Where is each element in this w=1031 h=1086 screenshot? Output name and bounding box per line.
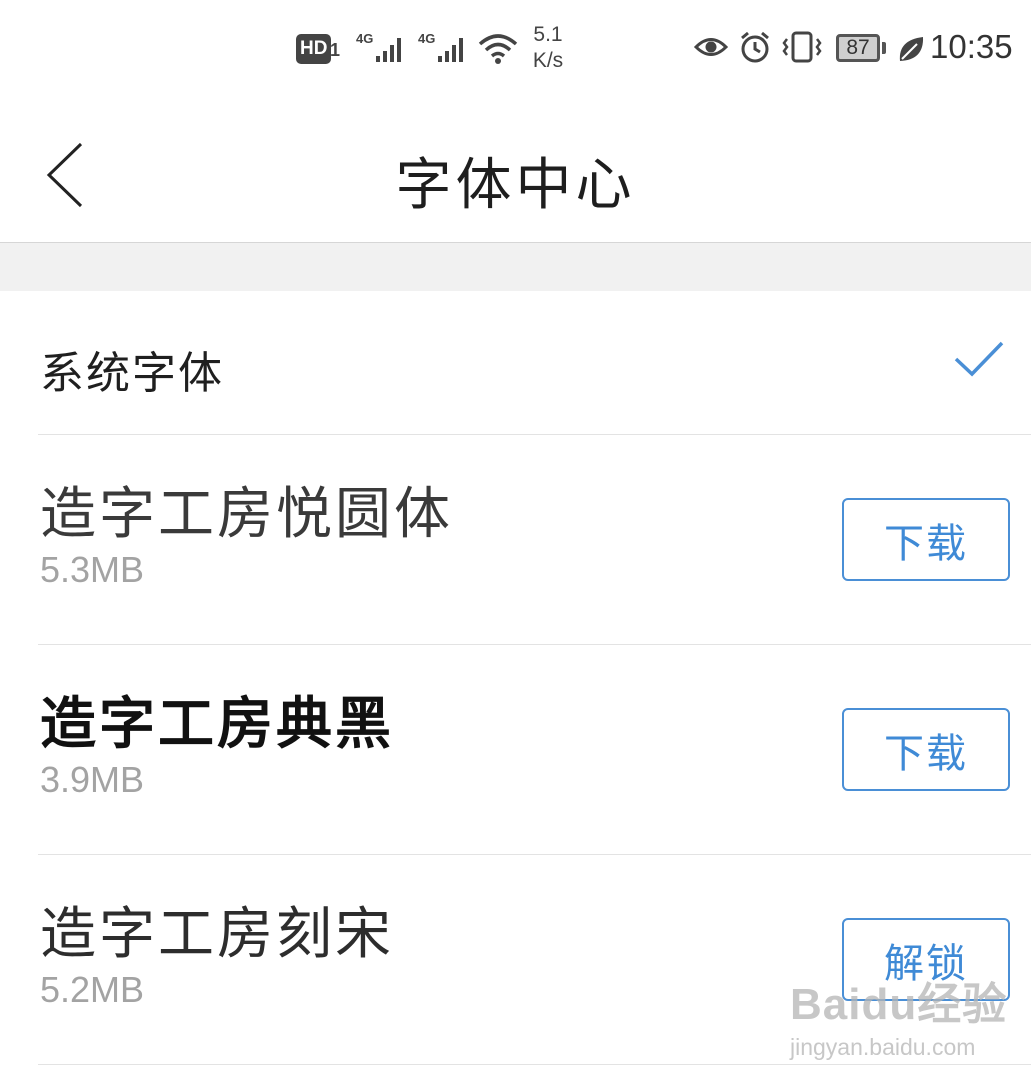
font-name: 造字工房悦圆体 [40,482,453,547]
section-gap [0,243,1031,291]
font-list: 系统字体 造字工房悦圆体 5.3MB 下载 造字工房典黑 3.9MB 下载 造字… [0,291,1031,1065]
battery-icon: 87 [836,34,880,62]
font-row-kesong: 造字工房刻宋 5.2MB 解锁 [0,855,1031,1065]
alarm-icon [738,30,772,64]
net-type-2: 4G [418,31,435,46]
net-speed-value: 5.1 [533,23,563,46]
system-font-row[interactable]: 系统字体 [0,291,1031,435]
system-font-label: 系统字体 [40,348,224,399]
font-file-size: 5.3MB [40,549,145,590]
font-file-size: 5.2MB [40,969,145,1010]
font-row-yueyuan: 造字工房悦圆体 5.3MB 下载 [0,435,1031,645]
battery-tip [882,42,886,54]
net-speed-unit: K/s [532,49,564,72]
divider [38,1064,1031,1065]
clock: 10:35 [930,28,1013,65]
sim-number: 1 [330,40,341,60]
checkmark-icon [954,341,1004,377]
hd-badge: HD [296,34,332,64]
signal-icon: 4G [356,30,408,66]
page-title: 字体中心 [395,153,636,218]
unlock-button[interactable]: 解锁 [842,918,1010,1001]
net-speed: 5.1 K/s [526,22,570,74]
net-type-1: 4G [356,31,373,46]
leaf-icon [896,34,926,64]
battery-level: 87 [846,36,870,59]
font-name: 造字工房刻宋 [40,902,394,967]
vibrate-icon [780,30,824,64]
wifi-icon [476,30,520,66]
font-name: 造字工房典黑 [40,692,394,757]
download-button[interactable]: 下载 [842,708,1010,791]
font-file-size: 3.9MB [40,759,145,800]
signal-icon-2: 4G [418,30,470,66]
eye-icon [694,32,728,62]
nav-header: 字体中心 [0,100,1031,242]
download-button[interactable]: 下载 [842,498,1010,581]
status-bar: HD 1 4G 4G 5.1 K/s 87 10:35 [0,0,1031,100]
font-row-dianhei: 造字工房典黑 3.9MB 下载 [0,645,1031,855]
